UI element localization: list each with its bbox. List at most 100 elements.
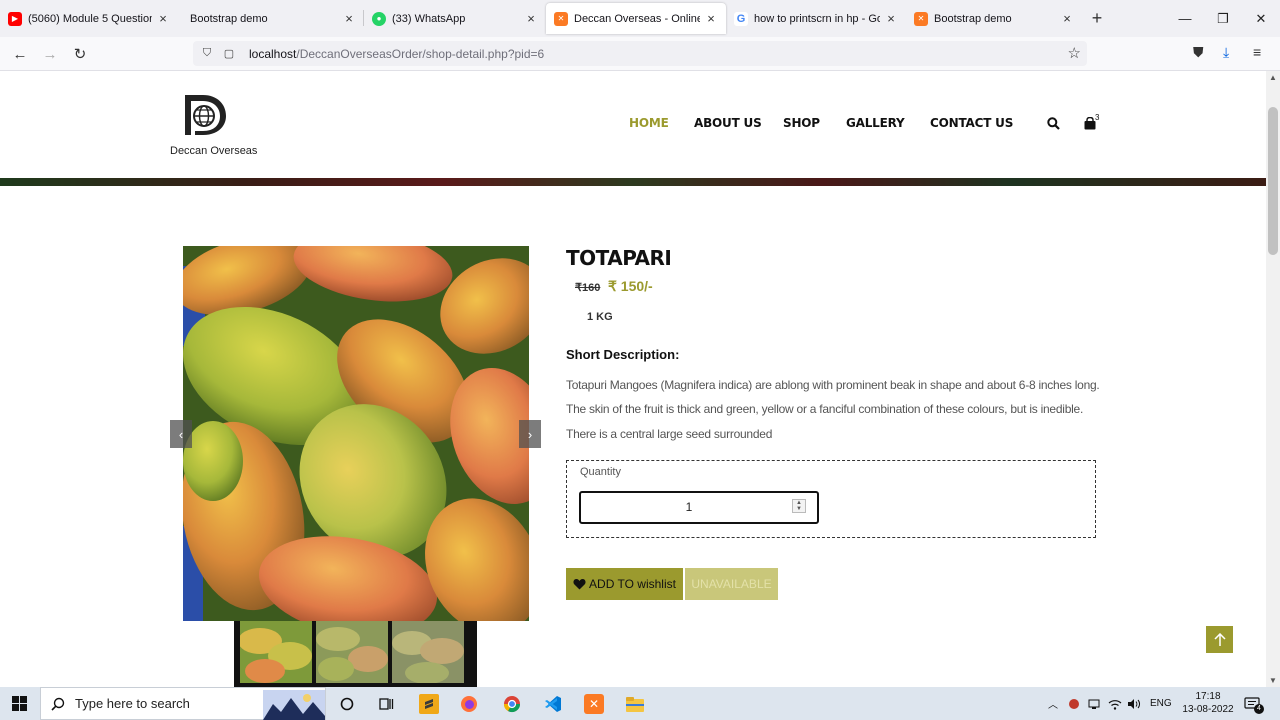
antivirus-icon[interactable]	[1068, 687, 1080, 720]
product-image[interactable]	[183, 246, 529, 621]
close-tab-icon[interactable]: ×	[884, 11, 898, 26]
thumbnail-image[interactable]	[316, 621, 388, 683]
xampp-icon: ✕	[554, 11, 568, 26]
downloads-icon[interactable]: ⤓	[1223, 44, 1229, 61]
cart-count-badge: 3	[1095, 113, 1100, 122]
close-tab-icon[interactable]: ×	[156, 11, 170, 26]
site-header: Deccan Overseas HOME ABOUT US SHOP GALLE…	[0, 71, 1266, 178]
browser-tab[interactable]: G how to printscrn in hp - Google ×	[726, 0, 906, 37]
browser-navbar: ← → ↻ ⛉ ▢ localhost/DeccanOverseasOrder/…	[0, 37, 1280, 71]
product-old-price: ₹160	[575, 282, 601, 294]
youtube-icon: ▶	[8, 11, 22, 26]
brand-name[interactable]: Deccan Overseas	[170, 145, 257, 157]
browser-tab-strip: ▶ (5060) Module 5 Question - Pa × Bootst…	[0, 0, 1280, 37]
shield-icon[interactable]: ⛉	[199, 47, 215, 60]
close-tab-icon[interactable]: ×	[342, 11, 356, 26]
close-tab-icon[interactable]: ×	[1060, 11, 1074, 26]
cortana-icon[interactable]	[337, 694, 357, 714]
tab-title: (33) WhatsApp	[392, 12, 466, 25]
menu-shop[interactable]: SHOP	[783, 116, 820, 130]
tab-title: Deccan Overseas - Online Fruit	[574, 12, 700, 25]
whatsapp-icon: ●	[372, 11, 386, 26]
search-highlight-icon	[263, 690, 325, 720]
pocket-icon[interactable]: ⛊	[1193, 44, 1204, 61]
language-indicator[interactable]: ENG	[1150, 687, 1172, 720]
bookmark-star-icon[interactable]: ☆	[1068, 44, 1081, 62]
thumbnail-image[interactable]	[240, 621, 312, 683]
short-description-heading: Short Description:	[566, 347, 680, 362]
xampp-icon[interactable]: ✕	[584, 694, 604, 714]
heart-icon	[573, 579, 586, 590]
thumbnail-image[interactable]	[392, 621, 464, 683]
browser-tab[interactable]: Bootstrap demo ×	[178, 0, 364, 37]
browser-tab[interactable]: ✕ Bootstrap demo ×	[906, 0, 1082, 37]
product-price: ₹ 150/-	[608, 278, 653, 294]
wishlist-button-label: ADD TO wishlist	[589, 577, 676, 591]
close-tab-icon[interactable]: ×	[704, 11, 718, 26]
url-host: localhost	[249, 46, 297, 61]
deccan-logo-icon[interactable]	[181, 89, 227, 137]
page-info-icon[interactable]: ▢	[221, 47, 237, 60]
page-viewport: Deccan Overseas HOME ABOUT US SHOP GALLE…	[0, 71, 1266, 687]
menu-home[interactable]: HOME	[629, 116, 669, 130]
product-title: TOTAPARI	[566, 246, 672, 270]
restore-icon[interactable]: ❐	[1204, 0, 1242, 37]
quantity-input[interactable]: 1	[579, 491, 819, 524]
menu-contact-us[interactable]: CONTACT US	[930, 116, 1013, 130]
taskbar-search[interactable]: Type here to search	[40, 687, 326, 720]
add-to-wishlist-button[interactable]: ADD TO wishlist	[566, 568, 683, 600]
back-icon[interactable]: ←	[10, 44, 30, 64]
volume-icon[interactable]	[1127, 687, 1141, 720]
tab-title: Bootstrap demo	[190, 12, 268, 25]
notifications-icon[interactable]: 4	[1244, 687, 1264, 720]
sublime-text-icon[interactable]	[419, 694, 439, 714]
page-scrollbar[interactable]: ▲ ▼	[1266, 71, 1280, 687]
menu-about-us[interactable]: ABOUT US	[694, 116, 762, 130]
scroll-down-icon[interactable]: ▼	[1266, 676, 1280, 685]
scroll-to-top-button[interactable]	[1206, 626, 1233, 653]
search-icon[interactable]	[1047, 117, 1060, 130]
task-view-icon[interactable]	[376, 694, 396, 714]
address-bar[interactable]: ⛉ ▢ localhost/DeccanOverseasOrder/shop-d…	[193, 41, 1087, 66]
file-explorer-icon[interactable]	[625, 694, 645, 714]
vscode-icon[interactable]	[543, 694, 563, 714]
quantity-stepper[interactable]: ▲ ▼	[792, 499, 806, 513]
quantity-panel: Quantity 1 ▲ ▼	[566, 460, 1096, 538]
menu-icon[interactable]: ≡	[1253, 44, 1261, 60]
windows-start-icon[interactable]	[12, 696, 27, 711]
show-hidden-icons[interactable]: ︿	[1048, 687, 1058, 720]
scroll-up-icon[interactable]: ▲	[1266, 73, 1280, 82]
product-unit: 1 KG	[587, 311, 613, 323]
network-drive-icon[interactable]	[1088, 687, 1100, 720]
forward-icon[interactable]: →	[40, 44, 60, 64]
url-text[interactable]: localhost/DeccanOverseasOrder/shop-detai…	[249, 47, 544, 61]
thumbnail-strip	[234, 621, 477, 687]
carousel-prev-button[interactable]: ‹	[170, 420, 192, 448]
taskbar-search-placeholder: Type here to search	[75, 696, 190, 711]
taskbar-clock[interactable]: 17:18 13-08-2022	[1180, 690, 1236, 716]
browser-tab[interactable]: ● (33) WhatsApp ×	[364, 0, 546, 37]
wifi-icon[interactable]	[1108, 687, 1122, 720]
browser-tab[interactable]: ▶ (5060) Module 5 Question - Pa ×	[0, 0, 178, 37]
new-tab-button[interactable]: +	[1082, 0, 1112, 37]
browser-tab-active[interactable]: ✕ Deccan Overseas - Online Fruit ×	[546, 3, 726, 34]
carousel-next-button[interactable]: ›	[519, 420, 541, 448]
close-tab-icon[interactable]: ×	[524, 11, 538, 26]
clock-time: 17:18	[1195, 691, 1221, 702]
search-icon	[51, 697, 65, 711]
scrollbar-thumb[interactable]	[1268, 107, 1278, 255]
arrow-up-icon	[1213, 632, 1226, 646]
chrome-icon[interactable]	[502, 694, 522, 714]
reload-icon[interactable]: ↻	[70, 44, 90, 64]
banner-strip	[0, 178, 1266, 186]
product-description: Totapuri Mangoes (Magnifera indica) are …	[566, 378, 1100, 441]
xampp-icon: ✕	[914, 11, 928, 26]
tab-title: Bootstrap demo	[934, 12, 1012, 25]
unavailable-button[interactable]: UNAVAILABLE	[685, 568, 778, 600]
close-window-icon[interactable]: ✕	[1242, 0, 1280, 37]
minimize-icon[interactable]: —	[1166, 0, 1204, 37]
menu-gallery[interactable]: GALLERY	[846, 116, 905, 130]
firefox-icon[interactable]	[459, 694, 479, 714]
url-path: /DeccanOverseasOrder/shop-detail.php?pid…	[296, 46, 545, 61]
google-icon: G	[734, 11, 748, 26]
